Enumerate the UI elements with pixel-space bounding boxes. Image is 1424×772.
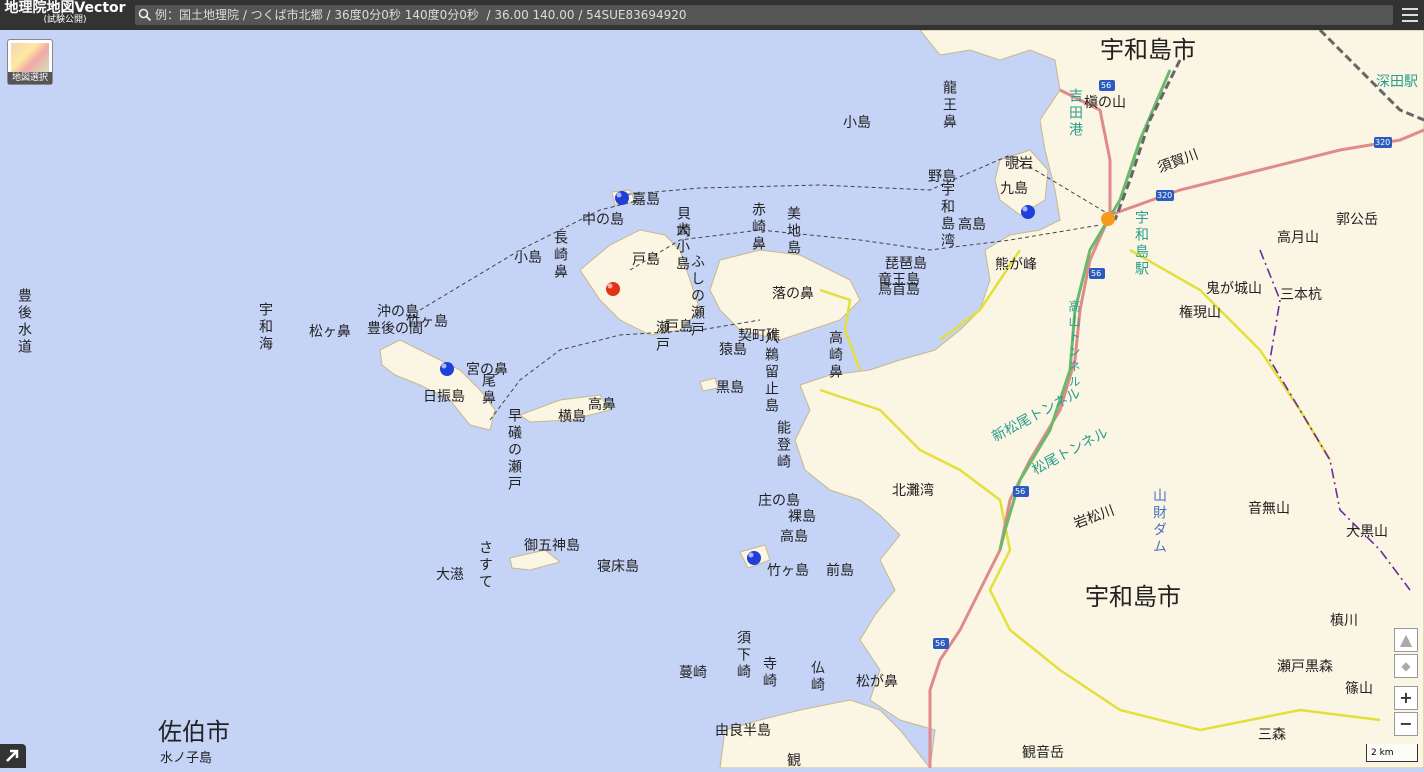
map-select-button[interactable]: 地図選択	[7, 39, 53, 85]
mountain-label: 熊が峰	[995, 257, 1037, 273]
mountain-label: 権現山	[1179, 305, 1221, 321]
place-label: 高鼻	[588, 397, 616, 413]
place-label: 松ヶ鼻	[309, 324, 351, 340]
mountain-label: 槙川	[1330, 613, 1358, 629]
place-label: 落の鼻	[772, 286, 814, 302]
place-label: 庄の島	[758, 493, 800, 509]
route-320-label: 320	[1375, 138, 1391, 147]
place-label: ふしの瀬戸	[689, 254, 705, 339]
place-label: 早礒の瀬戸	[506, 408, 522, 493]
place-label: 高島	[958, 217, 986, 233]
zoom-out-button[interactable]: −	[1394, 712, 1418, 736]
mountain-label: 大黒山	[1346, 524, 1388, 540]
water-label: 北灘湾	[892, 483, 934, 499]
mountain-label: 槇の山	[1084, 95, 1126, 111]
place-label: 日振島	[423, 389, 465, 405]
dam-label: 山財ダム	[1151, 488, 1167, 556]
place-label: 吉田港	[1067, 88, 1083, 139]
place-label: 裸島	[788, 509, 816, 525]
search-box[interactable]	[135, 5, 1393, 25]
place-label: 水ノ子島	[160, 751, 213, 766]
city-label: 宇和島市	[1085, 583, 1181, 611]
place-label: 高崎鼻	[827, 330, 843, 381]
place-label: 松が鼻	[856, 674, 898, 690]
mountain-label: 瀬戸黒森	[1277, 659, 1333, 675]
place-label: 黒島	[716, 380, 744, 396]
place-label: 戸島	[632, 252, 660, 268]
place-label: 八鵜留止島	[763, 330, 779, 415]
place-label: 横島	[558, 409, 586, 425]
place-label: 竹ヶ島	[767, 563, 809, 579]
station-label: 深田駅	[1376, 74, 1418, 90]
city-label: 佐伯市	[158, 718, 230, 746]
mountain-label: 三森	[1258, 727, 1286, 743]
app-logo[interactable]: 地理院地図Vector (試験公開)	[0, 0, 130, 30]
search-input[interactable]	[155, 5, 1393, 25]
place-label: 宇和島湾	[939, 182, 955, 250]
route-56-label: 56	[1101, 81, 1112, 90]
mountain-label: 郭公岳	[1336, 212, 1378, 228]
place-label: 観	[787, 753, 801, 768]
place-label: 中の島	[582, 212, 624, 228]
menu-icon[interactable]	[1400, 4, 1420, 26]
place-label: 寝床島	[597, 559, 639, 575]
place-label: 前島	[826, 563, 854, 579]
place-label: 仏崎	[809, 660, 825, 694]
mountain-label: 鬼が城山	[1206, 281, 1262, 297]
top-bar: 地理院地図Vector (試験公開)	[0, 0, 1424, 30]
place-label: 龍王鼻	[941, 80, 957, 131]
place-label: 須下崎	[735, 630, 751, 681]
route-56-label: 56	[935, 639, 946, 648]
route-56-label: 56	[1015, 487, 1026, 496]
place-label: 能登崎	[775, 420, 791, 471]
place-label: 赤崎鼻	[750, 202, 766, 253]
zoom-in-button[interactable]: +	[1394, 686, 1418, 710]
water-label: 宇和海	[257, 302, 273, 353]
city-label: 宇和島市	[1100, 36, 1196, 64]
place-label: さすて	[477, 540, 493, 591]
route-56-label: 56	[1091, 269, 1102, 278]
mountain-label: 篠山	[1345, 681, 1373, 697]
mountain-label: 音無山	[1248, 501, 1290, 517]
search-icon[interactable]	[135, 5, 155, 25]
mountain-label: 高月山	[1277, 230, 1319, 246]
route-320-label: 320	[1157, 191, 1173, 200]
app-subtitle: (試験公開)	[43, 15, 87, 25]
place-label: 美地島	[785, 206, 801, 257]
map-thumbnail	[11, 43, 49, 73]
place-label: 嘉島	[632, 192, 660, 208]
place-label: 小島	[843, 115, 871, 131]
app-title: 地理院地図Vector	[4, 0, 126, 16]
reset-rotation-button[interactable]: ◆	[1394, 654, 1418, 678]
place-label: 豊後の間	[367, 321, 423, 337]
place-label: 御五神島	[524, 538, 580, 554]
tunnel-label: 高山トンネル	[1067, 300, 1081, 390]
arrow-icon	[6, 749, 19, 762]
place-label: 大小島	[674, 222, 690, 273]
scale-bar: 2 km	[1366, 744, 1418, 762]
place-label: 琵琶島	[885, 256, 927, 272]
place-label: 九島	[1000, 181, 1028, 197]
place-label: 鳥首島	[878, 282, 920, 298]
map-select-label: 地図選択	[8, 72, 52, 84]
compass-up-button[interactable]: ▲	[1394, 628, 1418, 652]
place-label: 覗岩	[1005, 156, 1033, 172]
map-base	[379, 30, 1424, 768]
place-label: 尾鼻	[480, 373, 496, 407]
map-canvas[interactable]: 56 56 56 56 320 320 宇和島市 宇和島市 佐伯市 豊後水道 宇…	[0, 30, 1424, 768]
place-label: 高島	[780, 529, 808, 545]
place-label: 由良半島	[715, 723, 771, 739]
place-label: 蔓崎	[679, 665, 707, 681]
station-label: 宇和島駅	[1133, 210, 1149, 278]
mountain-label: 観音岳	[1022, 745, 1064, 761]
mountain-label: 三本杭	[1280, 287, 1322, 303]
place-label: 猿島	[719, 342, 747, 358]
place-label: 大濨	[436, 567, 464, 583]
place-label: 長崎鼻	[552, 230, 568, 281]
water-label: 豊後水道	[16, 288, 32, 356]
place-label: 寺崎	[761, 656, 777, 690]
share-button[interactable]	[0, 744, 26, 768]
place-label: 瀬戸	[654, 320, 670, 354]
place-label: 小島	[514, 250, 542, 266]
